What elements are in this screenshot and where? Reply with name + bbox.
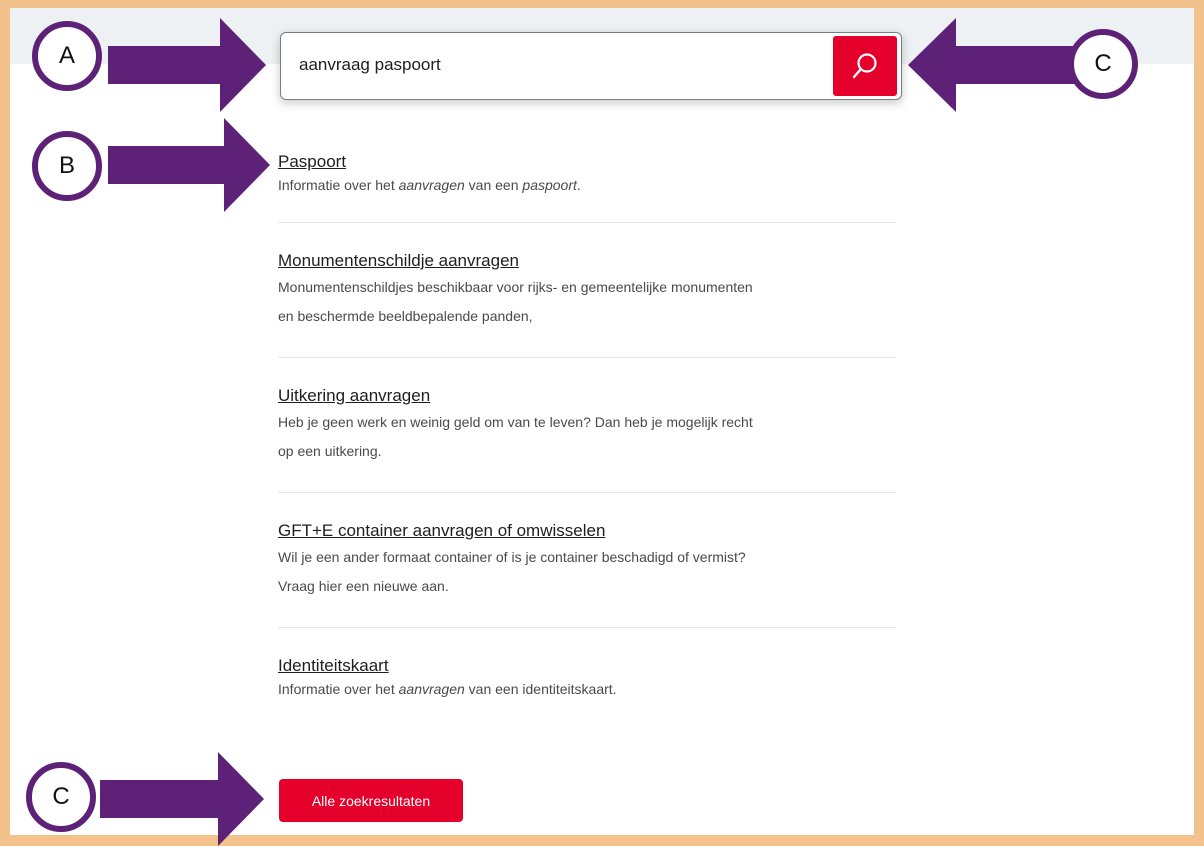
result-item: Monumentenschildje aanvragen Monumentens… (278, 249, 896, 358)
arrow-right-icon (100, 752, 264, 846)
result-description-line: en beschermde beeldbepalende panden, (278, 308, 533, 324)
result-title-identiteitskaart[interactable]: Identiteitskaart (278, 654, 896, 678)
result-title-paspoort[interactable]: Paspoort (278, 150, 896, 174)
result-title-uitkering[interactable]: Uitkering aanvragen (278, 384, 896, 408)
result-title-monumentenschildje[interactable]: Monumentenschildje aanvragen (278, 249, 896, 273)
result-description-line: Wil je een ander formaat container of is… (278, 549, 746, 565)
search-button[interactable] (833, 36, 897, 96)
arrow-right-icon (108, 118, 270, 212)
result-item: Paspoort Informatie over het aanvragen v… (278, 150, 896, 223)
result-description: Informatie over het aanvragen van een pa… (278, 177, 581, 193)
result-description-line: Heb je geen werk en weinig geld om van t… (278, 414, 753, 430)
result-item: Uitkering aanvragen Heb je geen werk en … (278, 384, 896, 493)
result-description-line: op een uitkering. (278, 443, 382, 459)
search-box (280, 32, 902, 100)
result-description: Informatie over het aanvragen van een id… (278, 681, 617, 697)
result-item: GFT+E container aanvragen of omwisselen … (278, 519, 896, 628)
result-description-line: Vraag hier een nieuwe aan. (278, 578, 449, 594)
callout-c-top: C (1068, 29, 1138, 99)
search-results: Paspoort Informatie over het aanvragen v… (278, 150, 896, 700)
arrow-right-icon (108, 18, 266, 112)
arrow-left-icon (908, 18, 1076, 112)
result-description-line: Monumentenschildjes beschikbaar voor rij… (278, 279, 753, 295)
callout-a: A (32, 21, 102, 91)
search-input[interactable] (295, 47, 823, 83)
callout-c-bottom: C (26, 762, 96, 832)
result-title-gft-container[interactable]: GFT+E container aanvragen of omwisselen (278, 519, 896, 543)
callout-b: B (32, 131, 102, 201)
search-icon (852, 53, 877, 79)
all-results-button[interactable]: Alle zoekresultaten (279, 779, 463, 822)
result-item: Identiteitskaart Informatie over het aan… (278, 654, 896, 700)
